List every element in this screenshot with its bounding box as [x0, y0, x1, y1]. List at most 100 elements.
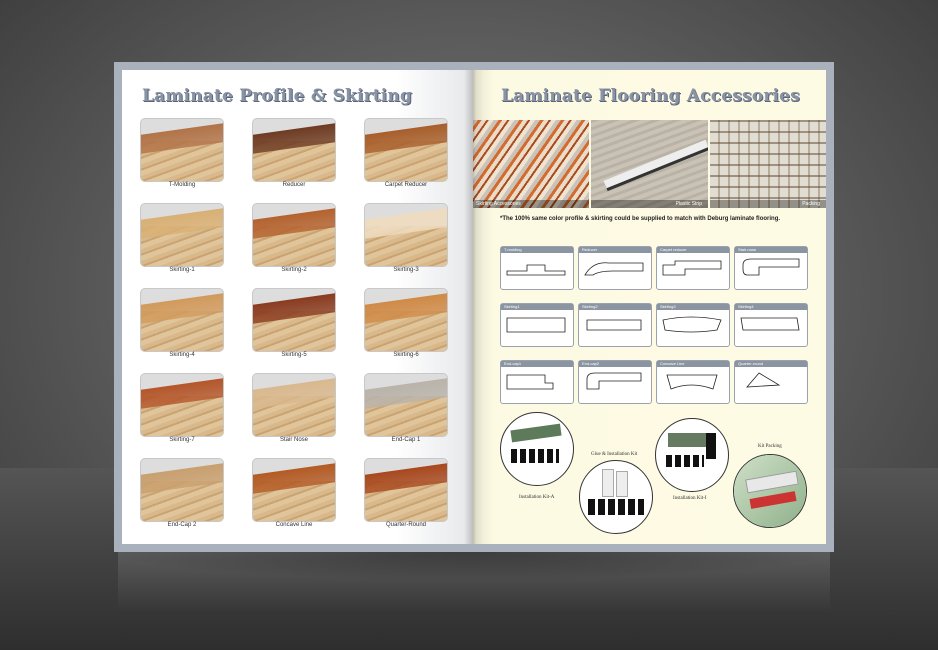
- profile-drawing-label: End-cap2: [579, 361, 651, 367]
- profile-cross-section: [586, 372, 642, 390]
- brochure: Laminate Profile & Skirting T-Molding Red…: [114, 62, 834, 552]
- profile-outline: [506, 264, 566, 276]
- profile-cross-section: [746, 372, 781, 388]
- glue-bottle: [602, 469, 614, 497]
- profile-caption: End-Cap 1: [391, 437, 421, 443]
- profile-cross-section: [586, 319, 642, 331]
- profile-drawing-card: End-cap2: [578, 360, 652, 404]
- book-spine: [464, 70, 484, 544]
- profile-outline: [662, 316, 722, 333]
- profile-photo: [365, 119, 447, 181]
- installation-kit-a-image: [500, 412, 574, 486]
- profile-cross-section: [740, 317, 800, 331]
- installation-kit-a-label: Installation Kit-A: [519, 495, 555, 500]
- profile-caption: Skirting-2: [281, 267, 307, 273]
- profile-caption: Stair Nose: [279, 437, 308, 443]
- kit-packing-label: Kit Packing: [758, 444, 782, 449]
- right-page-title: Laminate Flooring Accessories: [501, 86, 800, 106]
- profile-photo: [141, 289, 223, 351]
- profile-caption: Carpet Reducer: [384, 182, 428, 188]
- left-page: Laminate Profile & Skirting T-Molding Red…: [122, 70, 473, 544]
- profile-caption: Skirting-1: [169, 267, 195, 273]
- kit-packing-bg: [734, 455, 806, 527]
- profile-drawing-label: End-cap1: [501, 361, 573, 367]
- profile-drawing-card: Stair-nose: [734, 246, 808, 290]
- profile-photo: [141, 204, 223, 266]
- profile-caption: Skirting-4: [169, 352, 195, 358]
- installation-kit-i-label: Installation Kit-I: [673, 496, 707, 501]
- profile-photo: [253, 119, 335, 181]
- profile-drawing-label: Skirting3: [657, 304, 729, 310]
- profile-caption: Quarter-Round: [385, 522, 427, 528]
- kit-wedges: [588, 499, 644, 515]
- profile-outline: [506, 317, 566, 333]
- profile-drawing-card: T-molding: [500, 246, 574, 290]
- profile-drawing-label: T-molding: [501, 247, 573, 253]
- profile-drawing-card: Skirting4: [734, 303, 808, 347]
- profile-caption: End-Cap 2: [167, 522, 197, 528]
- photo-skirting-accessories: Skirting Accessories: [473, 120, 589, 208]
- profile-drawing-card: Skirting3: [656, 303, 730, 347]
- kit-box: [510, 423, 562, 443]
- profile-cross-section: [662, 316, 722, 333]
- profile-caption: Reducer: [282, 182, 306, 188]
- profile-photo: [365, 289, 447, 351]
- profile-photo: [365, 459, 447, 521]
- profile-photo: [253, 289, 335, 351]
- profile-cross-section: [666, 374, 718, 390]
- profile-photo: [253, 459, 335, 521]
- profile-drawing-label: Skirting4: [735, 304, 807, 310]
- profile-drawing-card: End-cap1: [500, 360, 574, 404]
- kit-wedges: [666, 455, 704, 467]
- profile-caption: Skirting-3: [393, 267, 419, 273]
- profile-drawing-label: Carpet reducer: [657, 247, 729, 253]
- brochure-reflection: [118, 552, 830, 612]
- profile-drawing-label: Concave Line: [657, 361, 729, 367]
- photo-plastic-strip: Plastic Strip: [591, 120, 708, 208]
- profile-cross-section: [506, 317, 566, 333]
- profile-cross-section: [506, 374, 554, 390]
- glue-installation-kit-image: [579, 460, 653, 534]
- profile-outline: [746, 372, 781, 388]
- glue-kit-label: Glue & Installation Kit: [591, 452, 638, 457]
- installation-kit-i-image: [655, 418, 729, 492]
- profile-outline: [506, 374, 554, 390]
- profile-drawing-card: Carpet reducer: [656, 246, 730, 290]
- right-page: Laminate Flooring Accessories Skirting A…: [473, 70, 826, 544]
- profile-caption: Skirting-7: [169, 437, 195, 443]
- kit-bar: [706, 433, 716, 459]
- profile-drawing-label: Quarter-round: [735, 361, 807, 367]
- profile-drawing-label: Reducer: [579, 247, 651, 253]
- profile-photo: [365, 374, 447, 436]
- profile-caption: Skirting-5: [281, 352, 307, 358]
- profile-outline: [586, 319, 642, 331]
- profile-cross-section: [506, 264, 566, 276]
- profile-caption: Skirting-6: [393, 352, 419, 358]
- packing-stack: [710, 120, 826, 208]
- kit-packing-image: [733, 454, 807, 528]
- profile-cross-section: [662, 260, 722, 276]
- glue-bottle: [616, 471, 628, 497]
- profile-drawing-card: Skirting2: [578, 303, 652, 347]
- profile-photo: [365, 204, 447, 266]
- supply-note: *The 100% same color profile & skirting …: [500, 216, 781, 222]
- profile-caption: Concave Line: [275, 522, 313, 528]
- profile-photo: [141, 374, 223, 436]
- profile-outline: [740, 317, 800, 331]
- profile-photo: [141, 119, 223, 181]
- profile-photo: [253, 374, 335, 436]
- photo-packing: Packing: [710, 120, 826, 208]
- profile-drawing-card: Reducer: [578, 246, 652, 290]
- profile-drawing-label: Skirting1: [501, 304, 573, 310]
- profile-outline: [662, 260, 722, 276]
- profile-outline: [586, 372, 642, 390]
- photo-caption: Plastic Strip: [591, 200, 708, 208]
- photo-caption: Packing: [710, 200, 826, 208]
- profile-photo: [141, 459, 223, 521]
- profile-outline: [742, 258, 800, 276]
- profile-outline: [666, 374, 718, 390]
- profile-caption: T-Molding: [168, 182, 196, 188]
- photo-caption: Skirting Accessories: [473, 200, 589, 208]
- plastic-strip-shape: [603, 139, 708, 189]
- profile-outline: [584, 262, 644, 276]
